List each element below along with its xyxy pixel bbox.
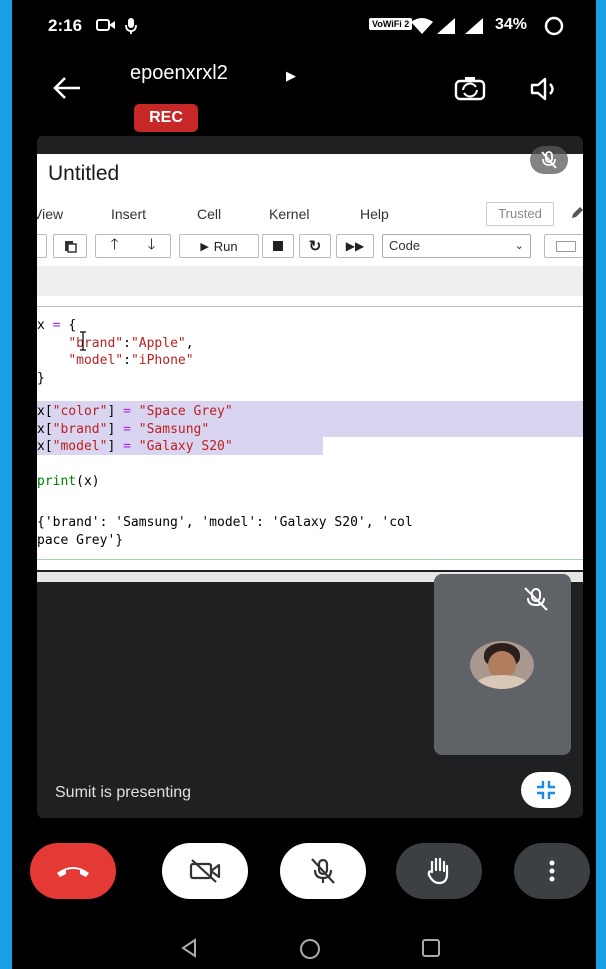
mic-off-icon xyxy=(541,151,557,169)
code-token: x xyxy=(37,318,45,333)
toolbar-divider xyxy=(37,266,583,296)
cell-output: {'brand': 'Samsung', 'model': 'Galaxy S2… xyxy=(37,514,413,549)
cell-type-value: Code xyxy=(389,238,421,253)
restart-button[interactable]: ↻ xyxy=(299,234,331,258)
battery-percent: 34% xyxy=(495,16,528,33)
fullscreen-exit-icon xyxy=(537,781,555,799)
code-token: "model" xyxy=(68,353,124,368)
code-block[interactable]: x = { "brand":"Apple", "model":"iPhone" … xyxy=(37,317,194,387)
more-options-button[interactable] xyxy=(514,843,590,899)
output-line: {'brand': 'Samsung', 'model': 'Galaxy S2… xyxy=(37,515,413,530)
next-cell-border xyxy=(37,559,583,560)
video-camera-icon xyxy=(96,19,115,31)
back-arrow-icon[interactable] xyxy=(52,76,82,100)
notebook-title[interactable]: Untitled xyxy=(48,162,119,186)
move-cell-buttons[interactable]: 🡑 🡓 xyxy=(95,234,171,258)
mic-off-icon xyxy=(311,858,335,884)
fast-forward-button[interactable]: ▶▶ xyxy=(336,234,374,258)
code-token: = xyxy=(52,318,61,333)
restart-icon: ↻ xyxy=(308,238,322,255)
nav-recents-icon[interactable] xyxy=(420,937,442,959)
presented-screen: Untitled View Insert Cell Kernel Help Tr… xyxy=(37,136,583,818)
jupyter-notebook: Untitled View Insert Cell Kernel Help Tr… xyxy=(37,154,583,582)
code-cell[interactable]: x = { "brand":"Apple", "model":"iPhone" … xyxy=(37,306,583,503)
rec-badge: REC xyxy=(134,104,198,132)
mic-icon xyxy=(125,18,137,34)
cell-type-select[interactable]: Code ⌄ xyxy=(382,234,531,258)
code-token: "Samsung" xyxy=(138,421,210,437)
code-token: (x) xyxy=(76,474,100,489)
code-token: { xyxy=(68,318,77,333)
battery-icon xyxy=(544,16,564,36)
menu-cell[interactable]: Cell xyxy=(197,206,221,222)
mic-off-icon xyxy=(524,587,548,611)
menu-kernel[interactable]: Kernel xyxy=(269,206,309,222)
code-token: "Apple" xyxy=(130,335,186,351)
code-token: "model" xyxy=(52,439,108,454)
signal-icon-1 xyxy=(437,18,455,34)
menu-help[interactable]: Help xyxy=(360,206,389,222)
system-nav-bar xyxy=(12,919,596,969)
videocam-off-icon xyxy=(189,859,221,883)
code-token: } xyxy=(37,370,45,386)
code-token: "brand" xyxy=(68,335,124,351)
keyboard-icon xyxy=(556,240,576,252)
wifi-icon xyxy=(411,18,433,34)
play-arrow-icon[interactable]: ▶ xyxy=(286,68,296,84)
code-block[interactable]: print(x) xyxy=(37,473,100,491)
presenter-mute-badge xyxy=(530,146,568,174)
run-button[interactable]: ▶ Run xyxy=(179,234,259,258)
minimize-button[interactable] xyxy=(521,772,571,808)
meeting-room-name[interactable]: epoenxrxl2 xyxy=(130,62,228,85)
camera-switch-icon[interactable] xyxy=(452,74,488,104)
output-line: pace Grey'} xyxy=(37,532,124,548)
more-vert-icon xyxy=(549,860,555,882)
code-token: "Galaxy S20" xyxy=(138,439,233,454)
presenter-caption: Sumit is presenting xyxy=(55,784,192,801)
mic-toggle-button[interactable] xyxy=(280,843,366,899)
stop-button[interactable] xyxy=(262,234,294,258)
avatar xyxy=(470,641,534,689)
code-token: "color" xyxy=(52,404,108,419)
trusted-badge[interactable]: Trusted xyxy=(486,202,554,226)
raise-hand-button[interactable] xyxy=(396,843,482,899)
phone-hangup-icon xyxy=(57,867,89,877)
arrow-down-icon[interactable]: 🡓 xyxy=(148,234,156,259)
menu-insert[interactable]: Insert xyxy=(111,206,146,222)
arrow-up-icon[interactable]: 🡑 xyxy=(111,234,119,259)
status-bar: 2:16 VoWiFi 2 34% xyxy=(12,0,596,52)
code-token: "brand" xyxy=(52,421,108,437)
keyboard-button[interactable] xyxy=(544,234,583,258)
play-icon: ▶ xyxy=(200,240,209,253)
code-block[interactable]: x["color"] = "Space Grey" x["brand"] = "… xyxy=(37,403,233,456)
hand-icon xyxy=(427,857,449,885)
speaker-icon[interactable] xyxy=(528,74,562,104)
menu-view[interactable]: View xyxy=(37,206,63,222)
paste-button[interactable] xyxy=(53,234,87,258)
vowifi-icon: VoWiFi 2 xyxy=(369,18,413,30)
chevron-down-icon: ⌄ xyxy=(514,240,524,252)
code-token: "Space Grey" xyxy=(138,404,233,419)
status-time: 2:16 xyxy=(48,16,83,35)
self-video-tile[interactable] xyxy=(434,574,571,755)
nav-home-icon[interactable] xyxy=(298,937,322,961)
code-token: print xyxy=(37,474,77,489)
stop-icon xyxy=(273,241,283,251)
text-cursor-icon xyxy=(80,331,86,351)
signal-icon-2 xyxy=(465,18,483,34)
fast-forward-icon: ▶▶ xyxy=(345,239,365,253)
code-token: "iPhone" xyxy=(130,353,194,368)
toolbar-edge-button[interactable] xyxy=(37,234,47,258)
clipboard-icon xyxy=(65,241,77,253)
edit-pencil-icon[interactable] xyxy=(570,206,583,220)
run-label: Run xyxy=(213,238,238,254)
camera-toggle-button[interactable] xyxy=(162,843,248,899)
end-call-button[interactable] xyxy=(30,843,116,899)
phone-screen: 2:16 VoWiFi 2 34% epoenxrxl2 ▶ REC Untit… xyxy=(12,0,596,969)
nav-back-icon[interactable] xyxy=(178,937,200,959)
